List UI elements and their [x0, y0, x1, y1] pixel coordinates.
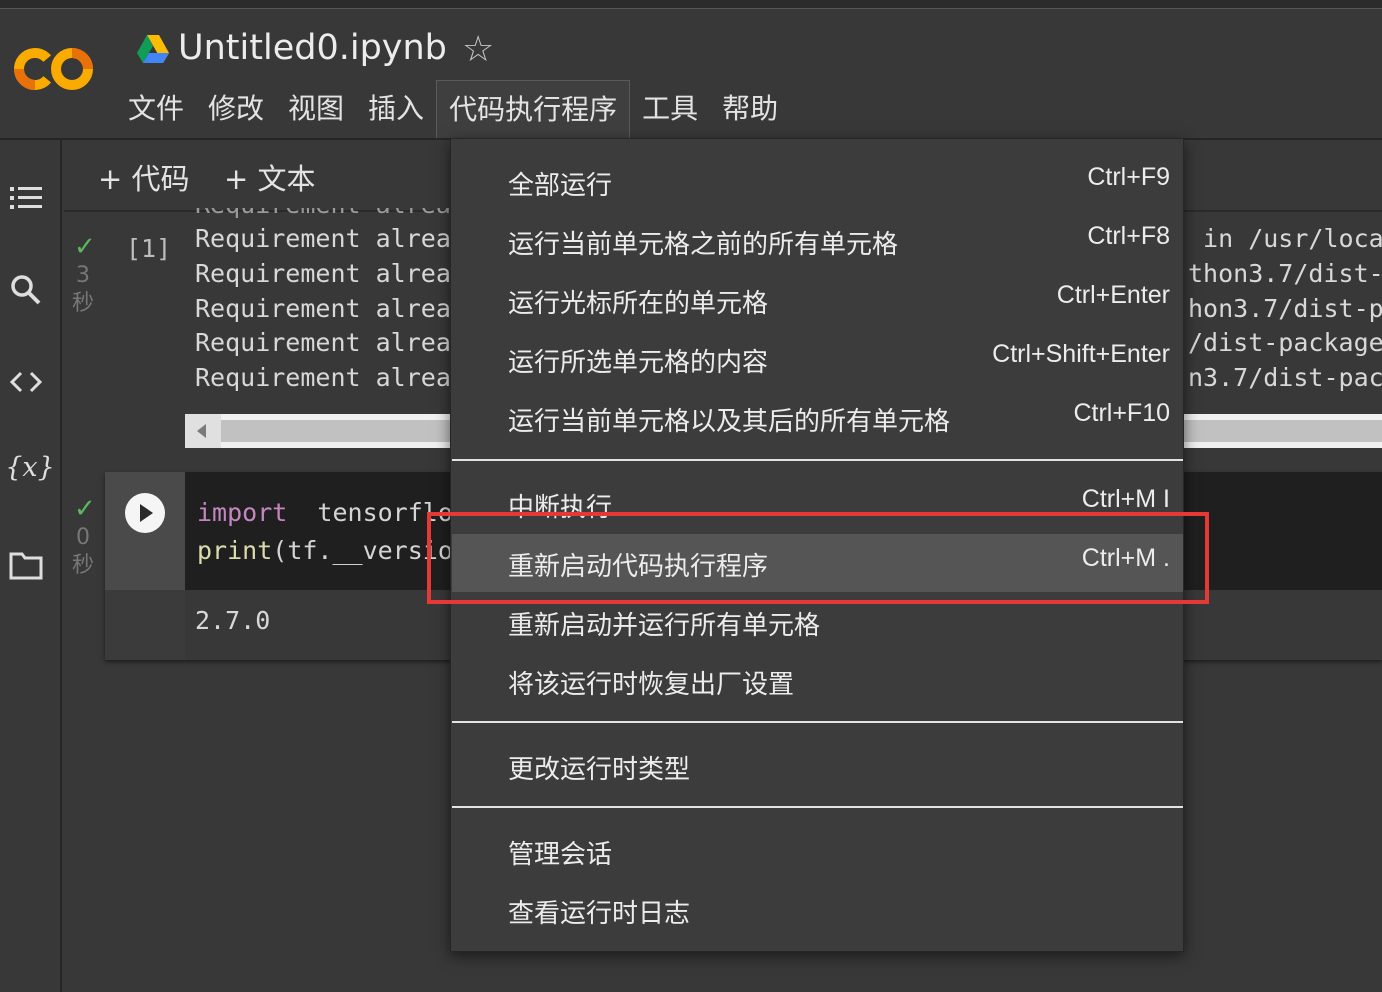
menu-runtime[interactable]: 代码执行程序 — [436, 80, 631, 138]
google-drive-icon[interactable] — [136, 34, 170, 64]
output-line: Requirement alread — [195, 224, 466, 253]
output-value: 2.7.0 — [195, 606, 271, 635]
cell1-exec-count: [1] — [126, 234, 172, 263]
output-fragment: n3.7/dist-packa — [1188, 363, 1382, 392]
run-cell-button[interactable] — [125, 493, 165, 533]
menu-tools[interactable]: 工具 — [630, 80, 710, 138]
variables-icon[interactable]: {x} — [4, 452, 56, 483]
menu-view[interactable]: 视图 — [276, 80, 356, 138]
menu-item-run-focused[interactable]: 运行光标所在的单元格 Ctrl+Enter — [452, 271, 1183, 329]
output-line-partial: Requirement alread — [195, 196, 466, 219]
menu-item-run-all[interactable]: 全部运行 Ctrl+F9 — [452, 153, 1183, 211]
menu-item-run-before[interactable]: 运行当前单元格之前的所有单元格 Ctrl+F8 — [452, 212, 1183, 270]
table-of-contents-icon[interactable] — [10, 184, 42, 212]
cell1-success-check-icon: ✓ — [74, 232, 96, 262]
header: Untitled0.ipynb ☆ 文件 修改 视图 插入 代码执行程序 工具 … — [0, 0, 1382, 140]
output-fragment: thon3.7/dist-pa — [1188, 259, 1382, 288]
output-fragment: hon3.7/dist-pac — [1188, 294, 1382, 323]
menu-file[interactable]: 文件 — [116, 80, 196, 138]
highlight-annotation-box — [427, 512, 1209, 604]
menu-insert[interactable]: 插入 — [356, 80, 436, 138]
notebook-title[interactable]: Untitled0.ipynb — [178, 28, 447, 68]
output-fragment: /dist-packages — [1188, 328, 1382, 357]
menu-divider — [452, 721, 1183, 723]
output-line: Requirement alread — [195, 259, 466, 288]
output-fragment: in /usr/local/ — [1203, 224, 1382, 253]
browser-edge — [0, 0, 1382, 9]
menu-divider — [452, 459, 1183, 461]
colab-logo[interactable] — [12, 40, 98, 96]
output-line: Requirement alread — [195, 363, 466, 392]
add-text-button[interactable]: + 文本 — [224, 156, 316, 198]
menu-item-manage-sessions[interactable]: 管理会话 — [452, 822, 1183, 880]
output-line: Requirement alread — [195, 294, 466, 323]
menu-item-run-selection[interactable]: 运行所选单元格的内容 Ctrl+Shift+Enter — [452, 330, 1183, 388]
menu-item-factory-reset[interactable]: 将该运行时恢复出厂设置 — [452, 652, 1183, 710]
menu-item-view-runtime-logs[interactable]: 查看运行时日志 — [452, 881, 1183, 939]
add-code-button[interactable]: + 代码 — [98, 156, 190, 198]
code-snippets-icon[interactable] — [10, 370, 42, 394]
search-icon[interactable] — [10, 274, 42, 306]
colab-window: Untitled0.ipynb ☆ 文件 修改 视图 插入 代码执行程序 工具 … — [0, 0, 1382, 992]
cell2-success-check-icon: ✓ — [74, 494, 96, 524]
menu-item-run-after[interactable]: 运行当前单元格以及其后的所有单元格 Ctrl+F10 — [452, 389, 1183, 447]
menu-edit[interactable]: 修改 — [196, 80, 276, 138]
cell1-exec-time: 3 秒 — [71, 263, 94, 316]
cell2-exec-time: 0 秒 — [71, 525, 94, 578]
files-icon[interactable] — [9, 550, 43, 580]
output-line: Requirement alread — [195, 328, 466, 357]
scroll-left-arrow-icon[interactable] — [185, 414, 221, 448]
star-icon[interactable]: ☆ — [462, 30, 494, 70]
menu-bar: 文件 修改 视图 插入 代码执行程序 工具 帮助 — [116, 80, 790, 138]
menu-help[interactable]: 帮助 — [710, 80, 790, 138]
menu-divider — [452, 806, 1183, 808]
cell-gutter — [105, 472, 185, 590]
left-sidebar: {x} — [0, 140, 62, 992]
menu-item-change-runtime-type[interactable]: 更改运行时类型 — [452, 737, 1183, 795]
